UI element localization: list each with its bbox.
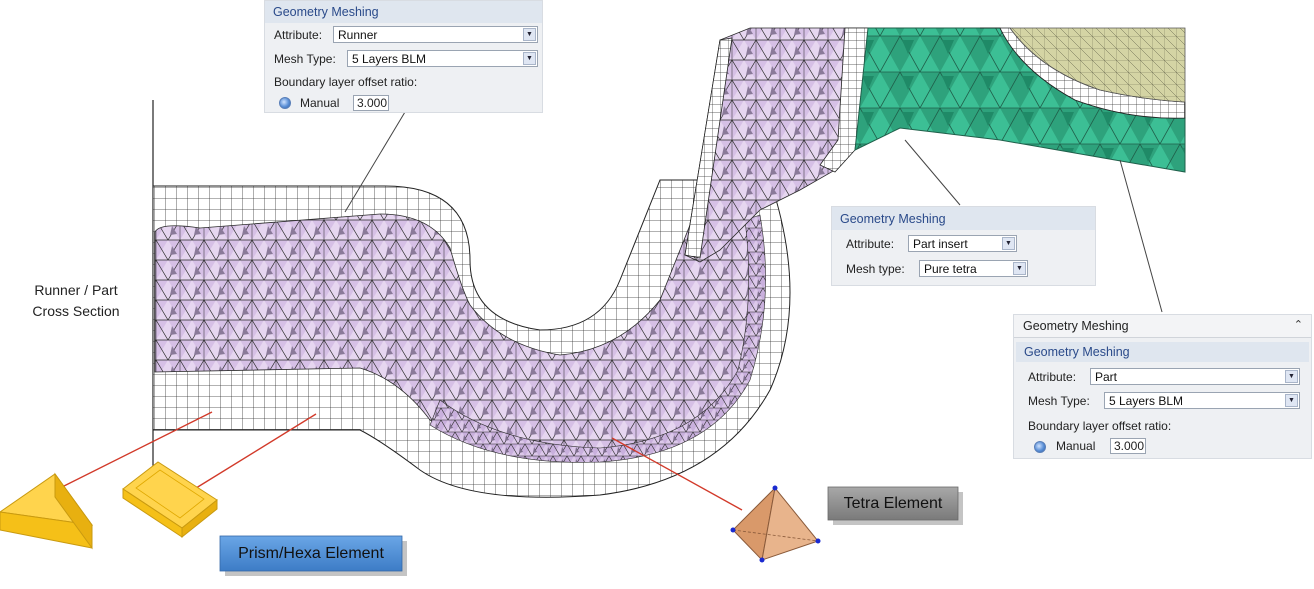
mesh-type-label: Mesh Type:	[1028, 394, 1090, 408]
manual-value-input[interactable]: 3.000	[353, 95, 389, 111]
mesh-type-select[interactable]: 5 Layers BLM ▼	[1104, 392, 1300, 409]
mesh-type-select[interactable]: 5 Layers BLM ▼	[347, 50, 538, 67]
label-line-1: Runner / Part	[34, 282, 118, 298]
mesh-type-value: 5 Layers BLM	[352, 52, 427, 66]
collapsible-header[interactable]: Geometry Meshing ⌃	[1014, 315, 1311, 338]
panel-title: Geometry Meshing	[265, 1, 542, 23]
chevron-down-icon[interactable]: ▼	[1285, 370, 1298, 383]
manual-label: Manual	[1056, 439, 1096, 453]
collapsible-header-title: Geometry Meshing	[1023, 319, 1129, 333]
geometry-meshing-panel-runner: Geometry Meshing Attribute: Runner ▼ Mes…	[264, 0, 543, 113]
attribute-label: Attribute:	[1028, 370, 1077, 384]
hexa-element-icon	[122, 461, 218, 539]
attribute-select[interactable]: Runner ▼	[333, 26, 538, 43]
label-line-2: Cross Section	[32, 303, 120, 319]
chevron-down-icon[interactable]: ▼	[1285, 394, 1298, 407]
mesh-type-select[interactable]: Pure tetra ▼	[919, 260, 1028, 277]
geometry-meshing-panel-insert: Geometry Meshing Attribute: Part insert …	[831, 206, 1096, 286]
mesh-diagram	[0, 27, 1186, 576]
mesh-type-label: Mesh Type:	[274, 52, 336, 66]
prism-element-icon	[0, 472, 94, 550]
tetra-element-icon	[730, 485, 821, 563]
chevron-down-icon[interactable]: ▼	[1013, 262, 1026, 275]
chevron-down-icon[interactable]: ▼	[1002, 237, 1015, 250]
prism-hexa-label: Prism/Hexa Element	[238, 545, 384, 562]
mesh-type-value: 5 Layers BLM	[1109, 394, 1184, 408]
collapse-chevron-icon[interactable]: ⌃	[1294, 318, 1303, 331]
attribute-value: Part insert	[913, 237, 968, 251]
attribute-select[interactable]: Part insert ▼	[908, 235, 1017, 252]
attribute-value: Runner	[338, 28, 378, 42]
offset-ratio-label: Boundary layer offset ratio:	[274, 75, 418, 89]
manual-label: Manual	[300, 96, 340, 110]
attribute-label: Attribute:	[846, 237, 895, 251]
runner-part-cross-section-label: Runner / Part Cross Section	[18, 280, 134, 322]
mesh-type-value: Pure tetra	[924, 262, 977, 276]
attribute-label: Attribute:	[274, 28, 323, 42]
chevron-down-icon[interactable]: ▼	[523, 28, 536, 41]
chevron-down-icon[interactable]: ▼	[523, 52, 536, 65]
attribute-value: Part	[1095, 370, 1118, 384]
tetra-label: Tetra Element	[843, 495, 943, 512]
manual-radio[interactable]	[279, 97, 291, 109]
geometry-meshing-panel-part: Geometry Meshing ⌃ Geometry Meshing Attr…	[1013, 314, 1312, 459]
panel-title: Geometry Meshing	[832, 207, 1095, 230]
panel-title: Geometry Meshing	[1016, 342, 1309, 362]
manual-radio[interactable]	[1034, 441, 1046, 453]
manual-value-input[interactable]: 3.000	[1110, 438, 1146, 454]
attribute-select[interactable]: Part ▼	[1090, 368, 1300, 385]
mesh-type-label: Mesh type:	[846, 262, 905, 276]
offset-ratio-label: Boundary layer offset ratio:	[1028, 419, 1172, 433]
